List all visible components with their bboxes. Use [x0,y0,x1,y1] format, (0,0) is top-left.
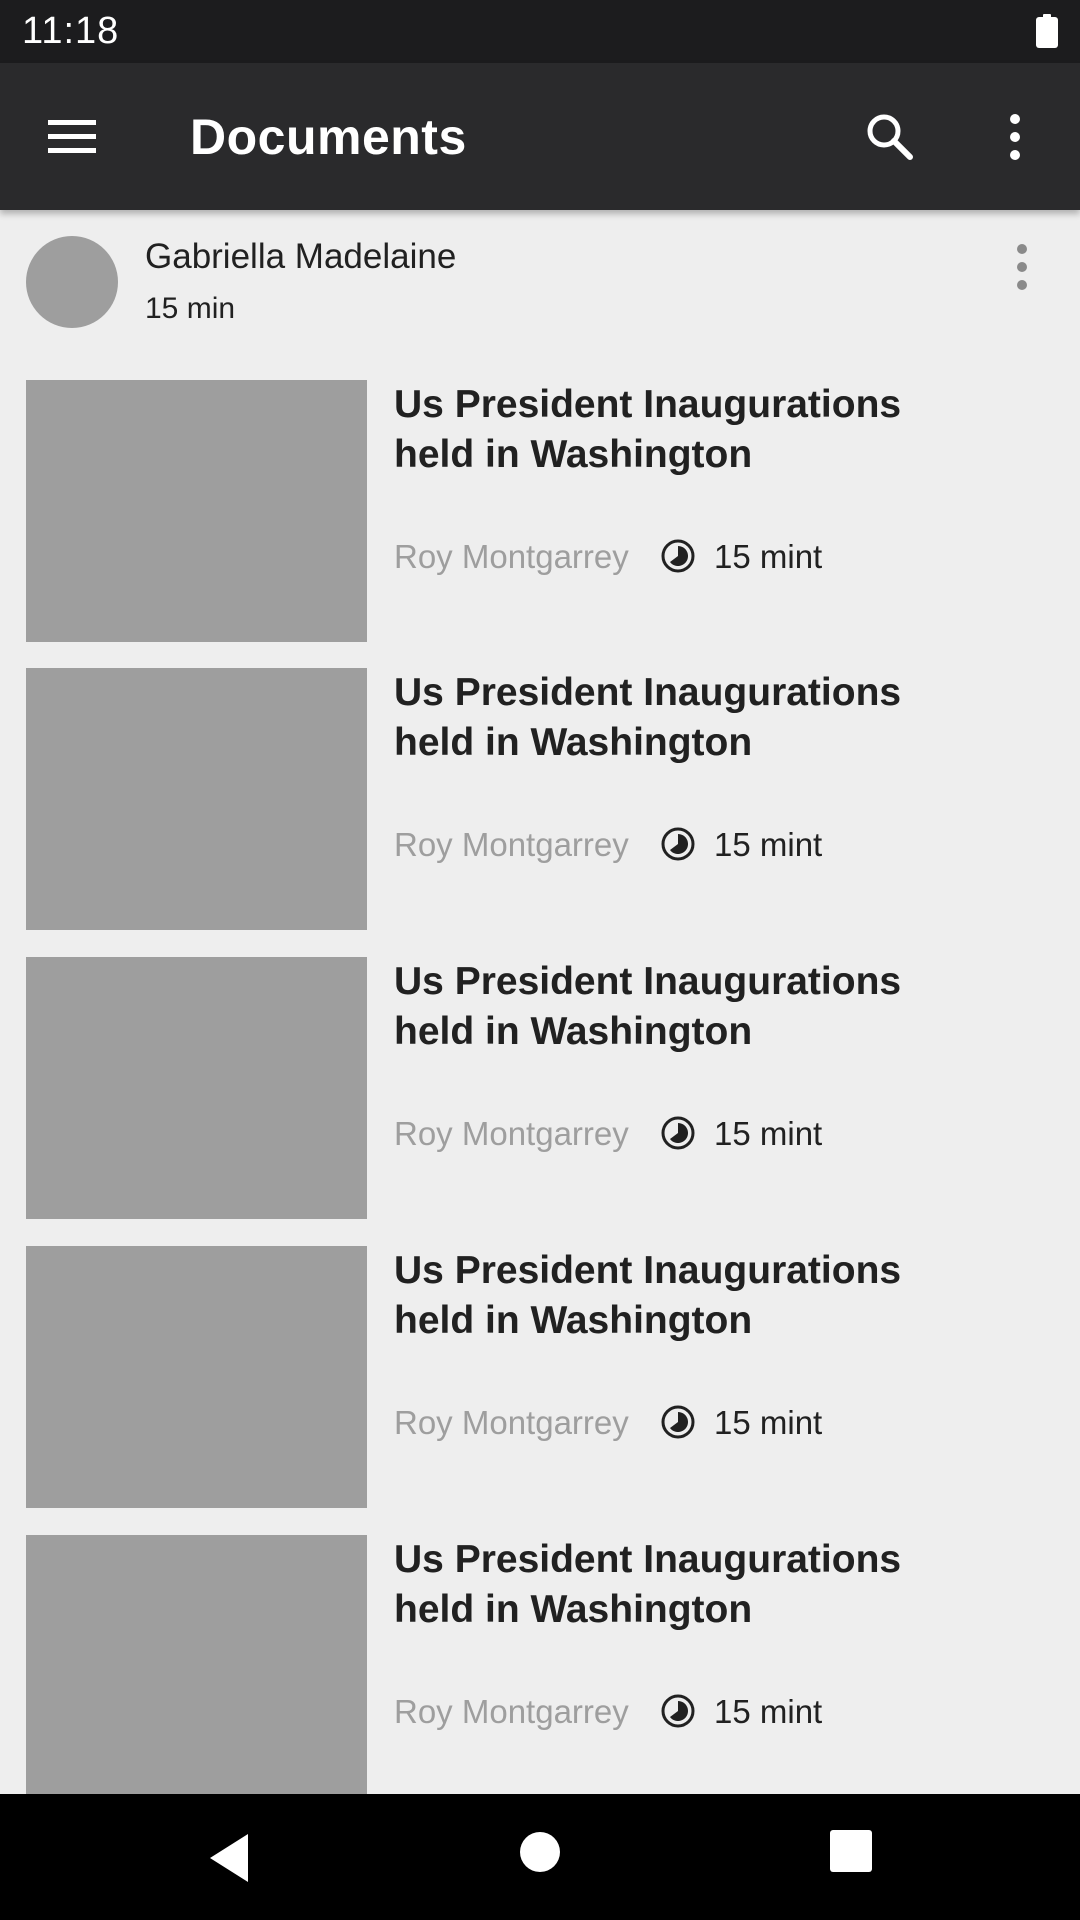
app-bar: Documents [0,63,1080,210]
system-nav-bar [0,1794,1080,1920]
article-thumbnail[interactable] [26,668,367,930]
article-author: Roy Montgarrey [394,1693,629,1730]
article-title-line: Us President Inaugurations [394,1249,902,1292]
article-thumbnail[interactable] [26,380,367,642]
article-title-line: Us President Inaugurations [394,383,902,426]
clock-icon [660,1115,696,1151]
article-card[interactable]: Us President Inaugurations held in Washi… [0,668,1080,930]
back-icon[interactable] [204,1830,254,1886]
article-author: Roy Montgarrey [394,538,629,575]
article-author: Roy Montgarrey [394,1115,629,1152]
article-title[interactable]: Us President Inaugurations held in Washi… [394,380,994,480]
clock-icon [660,1404,696,1440]
article-title[interactable]: Us President Inaugurations held in Washi… [394,668,994,768]
avatar[interactable] [26,236,118,328]
author-header: Gabriella Madelaine 15 min [0,210,1080,360]
search-icon[interactable] [860,107,920,167]
author-time: 15 min [145,292,236,325]
article-card[interactable]: Us President Inaugurations held in Washi… [0,380,1080,642]
article-title[interactable]: Us President Inaugurations held in Washi… [394,1246,994,1346]
article-title-line: Us President Inaugurations [394,1538,902,1581]
article-author: Roy Montgarrey [394,1404,629,1441]
article-title[interactable]: Us President Inaugurations held in Washi… [394,1535,994,1635]
status-time: 11:18 [22,10,120,52]
article-thumbnail[interactable] [26,1535,367,1797]
more-vert-icon[interactable] [990,107,1040,167]
author-name: Gabriella Madelaine [145,237,457,276]
article-title-line: held in Washington [394,433,753,476]
article-meta: Roy Montgarrey 15 mint [394,1109,994,1159]
article-meta: Roy Montgarrey 15 mint [394,532,994,582]
article-title[interactable]: Us President Inaugurations held in Washi… [394,957,994,1057]
article-title-line: Us President Inaugurations [394,671,902,714]
battery-icon [1036,14,1058,48]
article-time: 15 mint [714,538,823,575]
article-title-line: held in Washington [394,1588,753,1631]
article-time: 15 mint [714,1693,823,1730]
article-title-line: held in Washington [394,721,753,764]
article-meta: Roy Montgarrey 15 mint [394,820,994,870]
article-card[interactable]: Us President Inaugurations held in Washi… [0,957,1080,1219]
article-thumbnail[interactable] [26,1246,367,1508]
page-title: Documents [190,109,467,165]
article-time: 15 mint [714,1115,823,1152]
article-card[interactable]: Us President Inaugurations held in Washi… [0,1246,1080,1508]
menu-icon[interactable] [38,107,108,167]
clock-icon [660,538,696,574]
more-vert-icon[interactable] [1000,240,1044,300]
article-meta: Roy Montgarrey 15 mint [394,1398,994,1448]
article-title-line: Us President Inaugurations [394,960,902,1003]
clock-icon [660,826,696,862]
home-icon[interactable] [520,1832,560,1872]
clock-icon [660,1693,696,1729]
article-author: Roy Montgarrey [394,826,629,863]
article-title-line: held in Washington [394,1010,753,1053]
article-title-line: held in Washington [394,1299,753,1342]
article-meta: Roy Montgarrey 15 mint [394,1687,994,1737]
article-thumbnail[interactable] [26,957,367,1219]
article-card[interactable]: Us President Inaugurations held in Washi… [0,1535,1080,1797]
article-time: 15 mint [714,826,823,863]
status-bar: 11:18 [0,0,1080,63]
article-time: 15 mint [714,1404,823,1441]
recent-apps-icon[interactable] [830,1830,872,1872]
